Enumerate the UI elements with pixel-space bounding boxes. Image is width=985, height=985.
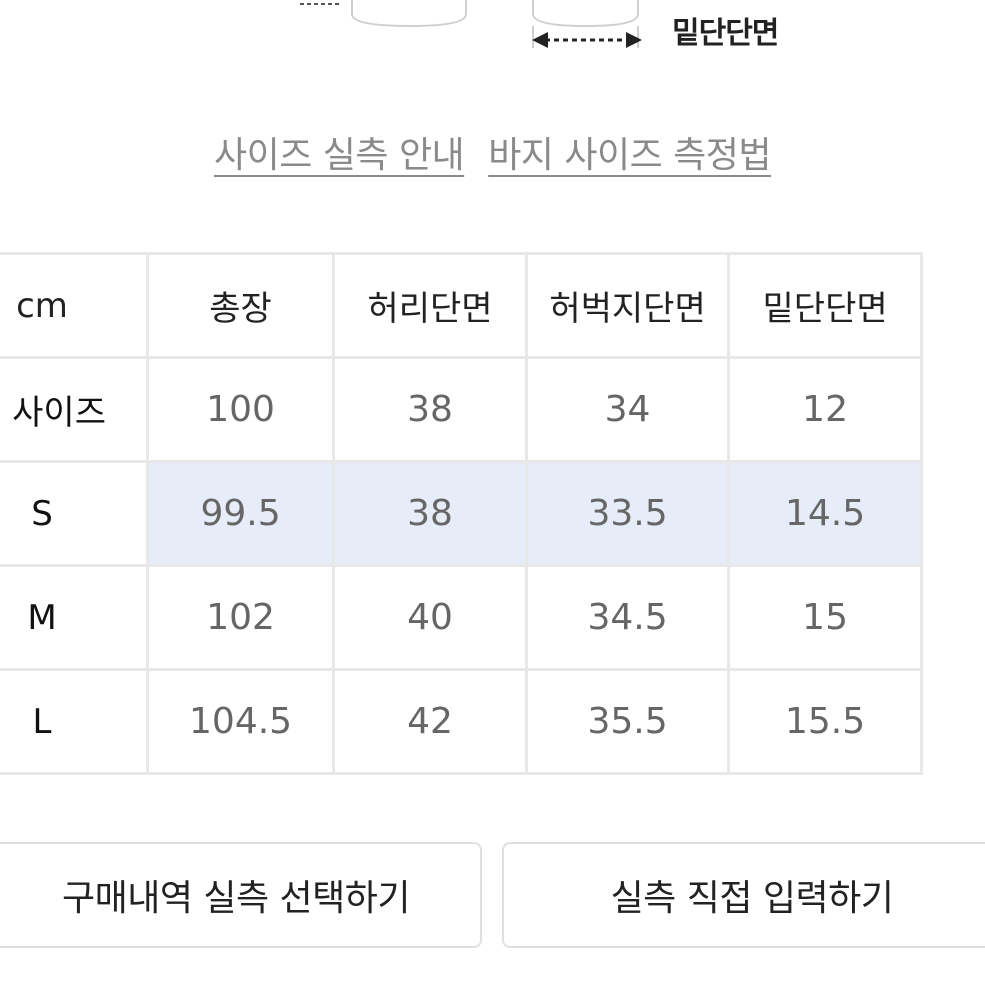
- header-total-length: 총장: [149, 252, 336, 359]
- table-row-l[interactable]: L 104.5 42 35.5 15.5: [0, 671, 923, 775]
- row-label: L: [32, 701, 52, 742]
- table-cell: 38: [335, 359, 528, 463]
- direct-input-button[interactable]: 실측 직접 입력하기: [502, 842, 985, 948]
- header-hem-width: 밑단단면: [730, 252, 923, 359]
- pants-hem-illustration: [300, 0, 642, 48]
- row-label: M: [27, 597, 57, 638]
- table-cell: 15.5: [730, 671, 923, 775]
- table-cell: 102: [149, 567, 336, 671]
- header-waist-width: 허리단면: [335, 252, 528, 359]
- row-label: 내 사이즈: [0, 393, 106, 433]
- hem-width-label: 밑단단면: [672, 16, 779, 51]
- table-cell: 42: [335, 671, 528, 775]
- guide-links: 사이즈 실측 안내 바지 사이즈 측정법: [0, 126, 985, 178]
- header-unit: cm: [0, 252, 149, 359]
- table-cell: 40: [335, 567, 528, 671]
- table-row-my-size[interactable]: 내 사이즈 100 38 34 12: [0, 359, 923, 463]
- row-label: S: [31, 493, 53, 534]
- pants-measure-link[interactable]: 바지 사이즈 측정법: [488, 126, 771, 178]
- size-guide-page: 밑단단면 사이즈 실측 안내 바지 사이즈 측정법 cm 총장 허리단면 허벅지…: [0, 0, 985, 985]
- pants-diagram: 밑단단면: [0, 0, 985, 70]
- table-cell: 99.5: [149, 463, 336, 567]
- size-table: cm 총장 허리단면 허벅지단면 밑단단면 내 사이즈 100 38 34 12…: [0, 252, 923, 775]
- table-cell: 35.5: [527, 671, 731, 775]
- table-header-row: cm 총장 허리단면 허벅지단면 밑단단면: [0, 252, 923, 359]
- table-cell: 38: [335, 463, 528, 567]
- header-thigh-width: 허벅지단면: [527, 252, 731, 359]
- table-cell: 33.5: [527, 463, 731, 567]
- table-cell: 34: [527, 359, 731, 463]
- select-from-purchase-button[interactable]: 구매내역 실측 선택하기: [0, 842, 482, 948]
- table-cell: 100: [149, 359, 336, 463]
- table-cell: 12: [730, 359, 923, 463]
- table-row-s[interactable]: S 99.5 38 33.5 14.5: [0, 463, 923, 567]
- table-cell: 34.5: [527, 567, 731, 671]
- table-row-m[interactable]: M 102 40 34.5 15: [0, 567, 923, 671]
- table-cell: 14.5: [730, 463, 923, 567]
- table-cell: 15: [730, 567, 923, 671]
- table-cell: 104.5: [149, 671, 336, 775]
- size-guide-link[interactable]: 사이즈 실측 안내: [214, 126, 465, 178]
